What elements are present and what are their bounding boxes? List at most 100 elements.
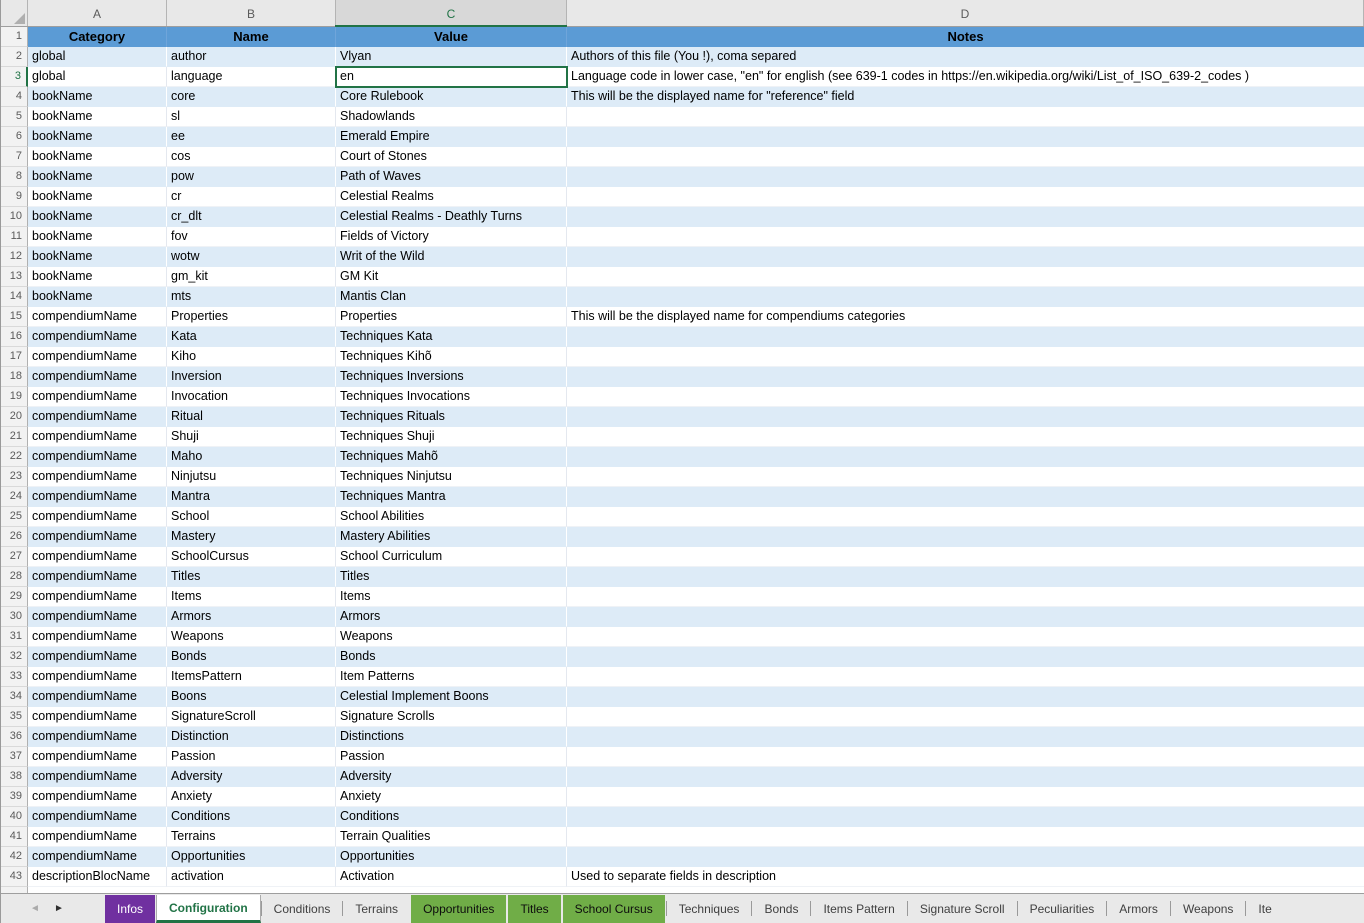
cell-D1[interactable]: Notes bbox=[567, 27, 1364, 47]
sheet-tab-configuration[interactable]: Configuration bbox=[156, 895, 261, 923]
row-number-15[interactable]: 15 bbox=[1, 307, 28, 327]
row-number-8[interactable]: 8 bbox=[1, 167, 28, 187]
sheet-tab-opportunities[interactable]: Opportunities bbox=[411, 895, 506, 923]
cell-D9[interactable] bbox=[567, 187, 1364, 207]
cell-D6[interactable] bbox=[567, 127, 1364, 147]
cell-A35[interactable]: compendiumName bbox=[28, 707, 167, 727]
cell-D35[interactable] bbox=[567, 707, 1364, 727]
cell-C26[interactable]: Mastery Abilities bbox=[336, 527, 567, 547]
cell-A4[interactable]: bookName bbox=[28, 87, 167, 107]
sheet-tab-school-cursus[interactable]: School Cursus bbox=[563, 895, 665, 923]
cell-B37[interactable]: Passion bbox=[167, 747, 336, 767]
cell-A25[interactable]: compendiumName bbox=[28, 507, 167, 527]
cell-D16[interactable] bbox=[567, 327, 1364, 347]
cell-C21[interactable]: Techniques Shuji bbox=[336, 427, 567, 447]
cell-C11[interactable]: Fields of Victory bbox=[336, 227, 567, 247]
cell-A28[interactable]: compendiumName bbox=[28, 567, 167, 587]
column-header-D[interactable]: D bbox=[567, 0, 1364, 26]
cell-B10[interactable]: cr_dlt bbox=[167, 207, 336, 227]
cell-C38[interactable]: Adversity bbox=[336, 767, 567, 787]
cell-C3[interactable]: en bbox=[336, 67, 567, 87]
cell-A26[interactable]: compendiumName bbox=[28, 527, 167, 547]
row-number-9[interactable]: 9 bbox=[1, 187, 28, 207]
sheet-tab-bonds[interactable]: Bonds bbox=[752, 894, 810, 923]
cell-D5[interactable] bbox=[567, 107, 1364, 127]
cell-B14[interactable]: mts bbox=[167, 287, 336, 307]
cell-C37[interactable]: Passion bbox=[336, 747, 567, 767]
cell-A14[interactable]: bookName bbox=[28, 287, 167, 307]
cell-A31[interactable]: compendiumName bbox=[28, 627, 167, 647]
cell-C28[interactable]: Titles bbox=[336, 567, 567, 587]
cell-C29[interactable]: Items bbox=[336, 587, 567, 607]
row-number-31[interactable]: 31 bbox=[1, 627, 28, 647]
cell-D37[interactable] bbox=[567, 747, 1364, 767]
cell-D43[interactable]: Used to separate fields in description bbox=[567, 867, 1364, 887]
cell-B11[interactable]: fov bbox=[167, 227, 336, 247]
cell-B7[interactable]: cos bbox=[167, 147, 336, 167]
cell-D11[interactable] bbox=[567, 227, 1364, 247]
row-number-39[interactable]: 39 bbox=[1, 787, 28, 807]
cell-D17[interactable] bbox=[567, 347, 1364, 367]
cell-A32[interactable]: compendiumName bbox=[28, 647, 167, 667]
cell-D7[interactable] bbox=[567, 147, 1364, 167]
row-number-24[interactable]: 24 bbox=[1, 487, 28, 507]
row-number-11[interactable]: 11 bbox=[1, 227, 28, 247]
cell-B29[interactable]: Items bbox=[167, 587, 336, 607]
cell-C24[interactable]: Techniques Mantra bbox=[336, 487, 567, 507]
cell-D34[interactable] bbox=[567, 687, 1364, 707]
cell-D36[interactable] bbox=[567, 727, 1364, 747]
cell-A27[interactable]: compendiumName bbox=[28, 547, 167, 567]
cell-B41[interactable]: Terrains bbox=[167, 827, 336, 847]
cell-C2[interactable]: Vlyan bbox=[336, 47, 567, 67]
cell-B31[interactable]: Weapons bbox=[167, 627, 336, 647]
cell-D20[interactable] bbox=[567, 407, 1364, 427]
cell-B40[interactable]: Conditions bbox=[167, 807, 336, 827]
cell-D28[interactable] bbox=[567, 567, 1364, 587]
cell-D24[interactable] bbox=[567, 487, 1364, 507]
cell-A37[interactable]: compendiumName bbox=[28, 747, 167, 767]
cell-A20[interactable]: compendiumName bbox=[28, 407, 167, 427]
cell-B33[interactable]: ItemsPattern bbox=[167, 667, 336, 687]
row-number-3[interactable]: 3 bbox=[1, 67, 28, 87]
cell-A9[interactable]: bookName bbox=[28, 187, 167, 207]
sheet-tab-infos[interactable]: Infos bbox=[105, 895, 155, 923]
cell-D4[interactable]: This will be the displayed name for "ref… bbox=[567, 87, 1364, 107]
cell-A12[interactable]: bookName bbox=[28, 247, 167, 267]
sheet-tab-conditions[interactable]: Conditions bbox=[262, 894, 343, 923]
row-number-13[interactable]: 13 bbox=[1, 267, 28, 287]
cell-D23[interactable] bbox=[567, 467, 1364, 487]
cell-B26[interactable]: Mastery bbox=[167, 527, 336, 547]
cell-A10[interactable]: bookName bbox=[28, 207, 167, 227]
cell-A41[interactable]: compendiumName bbox=[28, 827, 167, 847]
cell-A19[interactable]: compendiumName bbox=[28, 387, 167, 407]
row-number-42[interactable]: 42 bbox=[1, 847, 28, 867]
row-number-19[interactable]: 19 bbox=[1, 387, 28, 407]
cell-B19[interactable]: Invocation bbox=[167, 387, 336, 407]
cell-D18[interactable] bbox=[567, 367, 1364, 387]
sheet-tab-weapons[interactable]: Weapons bbox=[1171, 894, 1245, 923]
cell-A17[interactable]: compendiumName bbox=[28, 347, 167, 367]
row-number-28[interactable]: 28 bbox=[1, 567, 28, 587]
cell-D27[interactable] bbox=[567, 547, 1364, 567]
row-number-27[interactable]: 27 bbox=[1, 547, 28, 567]
row-number-33[interactable]: 33 bbox=[1, 667, 28, 687]
cell-A8[interactable]: bookName bbox=[28, 167, 167, 187]
cell-A38[interactable]: compendiumName bbox=[28, 767, 167, 787]
cell-D8[interactable] bbox=[567, 167, 1364, 187]
cell-D21[interactable] bbox=[567, 427, 1364, 447]
tab-nav-right-icon[interactable]: ► bbox=[47, 894, 71, 923]
row-number-32[interactable]: 32 bbox=[1, 647, 28, 667]
column-header-A[interactable]: A bbox=[28, 0, 167, 26]
cell-C14[interactable]: Mantis Clan bbox=[336, 287, 567, 307]
cell-B6[interactable]: ee bbox=[167, 127, 336, 147]
cell-B25[interactable]: School bbox=[167, 507, 336, 527]
cell-B20[interactable]: Ritual bbox=[167, 407, 336, 427]
row-number-20[interactable]: 20 bbox=[1, 407, 28, 427]
cell-C8[interactable]: Path of Waves bbox=[336, 167, 567, 187]
cell-C31[interactable]: Weapons bbox=[336, 627, 567, 647]
cell-D15[interactable]: This will be the displayed name for comp… bbox=[567, 307, 1364, 327]
cell-C25[interactable]: School Abilities bbox=[336, 507, 567, 527]
row-number-1[interactable]: 1 bbox=[1, 27, 28, 47]
cell-C32[interactable]: Bonds bbox=[336, 647, 567, 667]
cell-D10[interactable] bbox=[567, 207, 1364, 227]
